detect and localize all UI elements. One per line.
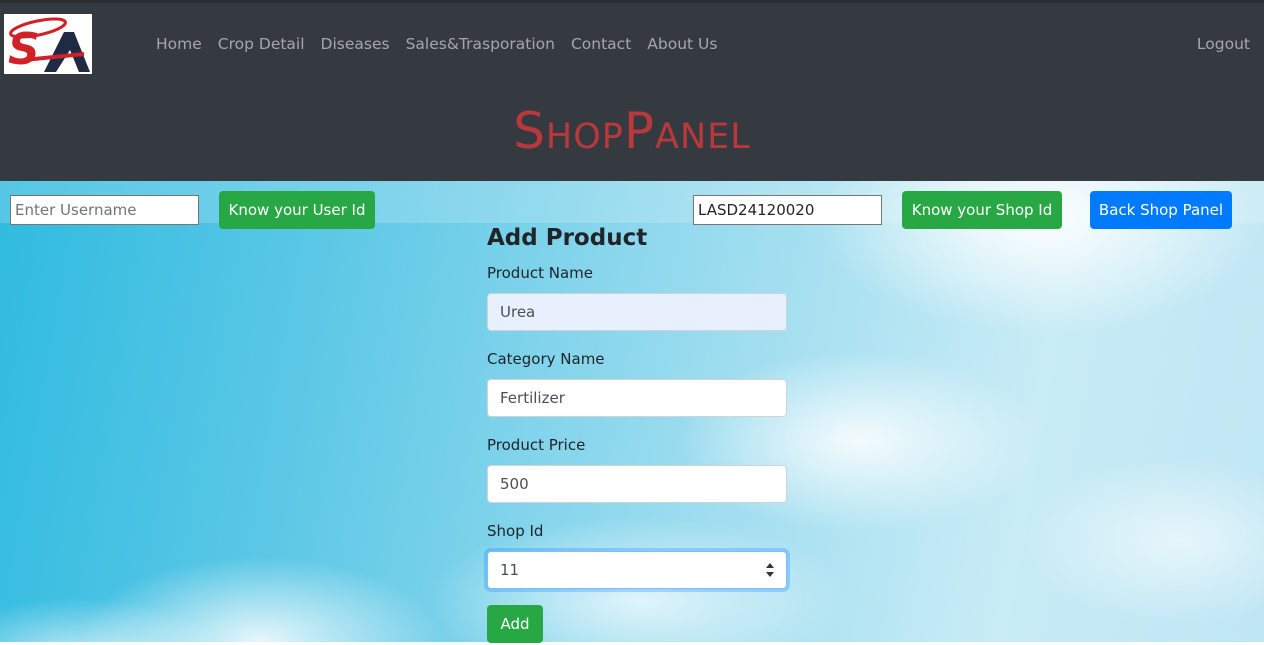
product-price-input[interactable]	[487, 465, 787, 503]
back-shop-panel-button[interactable]: Back Shop Panel	[1090, 191, 1232, 229]
logout-link[interactable]: Logout	[1197, 34, 1250, 54]
nav-contact-link[interactable]: Contact	[571, 34, 631, 54]
shop-code-input[interactable]	[693, 195, 882, 225]
nav-sales-transportation-link[interactable]: Sales&Trasporation	[406, 34, 555, 54]
nav-home-link[interactable]: Home	[156, 34, 202, 54]
product-name-input[interactable]	[487, 293, 787, 331]
site-logo[interactable]: S	[4, 14, 92, 74]
category-name-input[interactable]	[487, 379, 787, 417]
nav-crop-detail-link[interactable]: Crop Detail	[218, 34, 305, 54]
number-spinner-icon[interactable]	[765, 561, 775, 579]
svg-text:S: S	[8, 24, 40, 74]
add-product-button[interactable]: Add	[487, 605, 543, 643]
shop-id-field	[487, 551, 787, 589]
username-input[interactable]	[10, 195, 199, 225]
navbar: S Home Crop Detail Diseases Sales&Traspo…	[0, 0, 1264, 181]
add-product-form: Add Product Product Name Category Name P…	[487, 223, 787, 643]
product-price-label: Product Price	[487, 436, 586, 454]
page-title: ShopPanel	[513, 102, 751, 160]
know-shop-id-button[interactable]: Know your Shop Id	[902, 191, 1062, 229]
product-name-label: Product Name	[487, 264, 593, 282]
form-title: Add Product	[487, 225, 648, 251]
know-user-id-button[interactable]: Know your User Id	[219, 191, 375, 229]
shop-id-input[interactable]	[487, 551, 787, 589]
category-name-label: Category Name	[487, 350, 605, 368]
shop-id-label: Shop Id	[487, 522, 544, 540]
nav-diseases-link[interactable]: Diseases	[321, 34, 390, 54]
nav-links: Home Crop Detail Diseases Sales&Traspora…	[156, 34, 733, 54]
nav-about-us-link[interactable]: About Us	[647, 34, 717, 54]
